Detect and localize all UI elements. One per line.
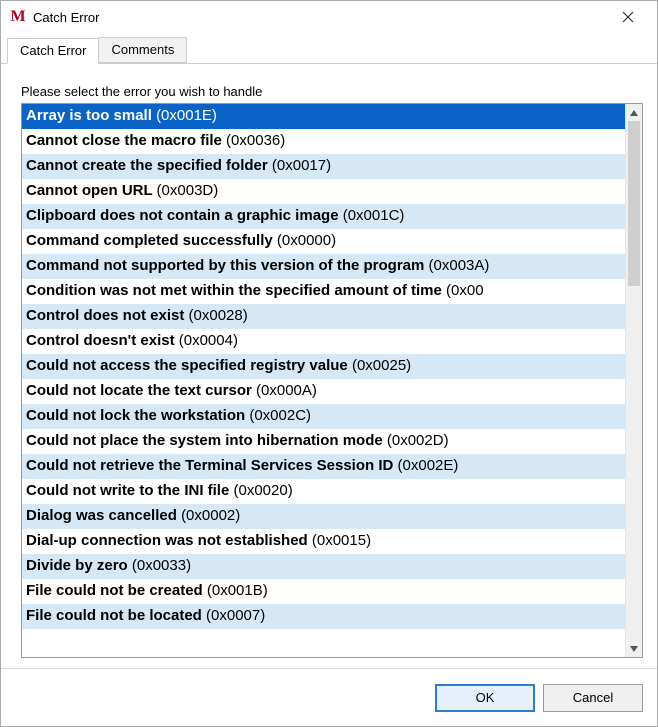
error-name: Cannot create the specified folder bbox=[26, 157, 272, 174]
error-name: Command not supported by this version of… bbox=[26, 257, 429, 274]
error-code: (0x003D) bbox=[157, 182, 219, 199]
error-code: (0x00 bbox=[446, 282, 484, 299]
error-name: Array is too small bbox=[26, 107, 156, 124]
list-item[interactable]: Could not write to the INI file (0x0020) bbox=[22, 479, 625, 504]
list-item[interactable]: Condition was not met within the specifi… bbox=[22, 279, 625, 304]
list-item[interactable]: Command completed successfully (0x0000) bbox=[22, 229, 625, 254]
error-code: (0x0017) bbox=[272, 157, 331, 174]
scroll-thumb[interactable] bbox=[628, 121, 640, 286]
list-item[interactable]: Array is too small (0x001E) bbox=[22, 104, 625, 129]
list-item[interactable]: Dial-up connection was not established (… bbox=[22, 529, 625, 554]
error-name: Control does not exist bbox=[26, 307, 189, 324]
list-item[interactable]: Could not locate the text cursor (0x000A… bbox=[22, 379, 625, 404]
list-item[interactable]: Cannot close the macro file (0x0036) bbox=[22, 129, 625, 154]
content-area: Please select the error you wish to hand… bbox=[1, 64, 657, 668]
tab-comments[interactable]: Comments bbox=[98, 37, 187, 63]
list-item[interactable]: File could not be created (0x001B) bbox=[22, 579, 625, 604]
error-code: (0x0028) bbox=[189, 307, 248, 324]
scroll-up-arrow-icon[interactable] bbox=[626, 104, 642, 121]
scrollbar[interactable] bbox=[625, 104, 642, 657]
error-name: Condition was not met within the specifi… bbox=[26, 282, 446, 299]
error-code: (0x0025) bbox=[352, 357, 411, 374]
error-code: (0x0000) bbox=[277, 232, 336, 249]
error-code: (0x002D) bbox=[387, 432, 449, 449]
error-name: Could not write to the INI file bbox=[26, 482, 234, 499]
error-code: (0x0015) bbox=[312, 532, 371, 549]
error-name: Command completed successfully bbox=[26, 232, 277, 249]
list-item[interactable]: Control does not exist (0x0028) bbox=[22, 304, 625, 329]
error-code: (0x0007) bbox=[206, 607, 265, 624]
error-name: Could not retrieve the Terminal Services… bbox=[26, 457, 398, 474]
error-code: (0x0002) bbox=[181, 507, 240, 524]
list-item[interactable]: Could not lock the workstation (0x002C) bbox=[22, 404, 625, 429]
tabbar: Catch ErrorComments bbox=[1, 33, 657, 64]
prompt-text: Please select the error you wish to hand… bbox=[21, 84, 643, 99]
list-item[interactable]: Could not access the specified registry … bbox=[22, 354, 625, 379]
error-code: (0x002E) bbox=[398, 457, 459, 474]
error-name: Cannot close the macro file bbox=[26, 132, 226, 149]
error-code: (0x001E) bbox=[156, 107, 217, 124]
error-name: Clipboard does not contain a graphic ima… bbox=[26, 207, 343, 224]
close-button[interactable] bbox=[605, 2, 651, 32]
error-code: (0x001B) bbox=[207, 582, 268, 599]
close-icon bbox=[622, 11, 634, 23]
error-code: (0x001C) bbox=[343, 207, 405, 224]
error-name: Dial-up connection was not established bbox=[26, 532, 312, 549]
titlebar: M Catch Error bbox=[1, 1, 657, 33]
list-item[interactable]: Divide by zero (0x0033) bbox=[22, 554, 625, 579]
error-code: (0x0036) bbox=[226, 132, 285, 149]
error-code: (0x003A) bbox=[429, 257, 490, 274]
error-name: Cannot open URL bbox=[26, 182, 157, 199]
error-name: Could not access the specified registry … bbox=[26, 357, 352, 374]
list-item[interactable]: File could not be located (0x0007) bbox=[22, 604, 625, 629]
footer: OK Cancel bbox=[1, 668, 657, 726]
list-item[interactable]: Cannot open URL (0x003D) bbox=[22, 179, 625, 204]
error-name: File could not be located bbox=[26, 607, 206, 624]
list-item[interactable]: Cannot create the specified folder (0x00… bbox=[22, 154, 625, 179]
error-name: Could not locate the text cursor bbox=[26, 382, 256, 399]
list-item[interactable]: Dialog was cancelled (0x0002) bbox=[22, 504, 625, 529]
error-name: Could not lock the workstation bbox=[26, 407, 249, 424]
error-name: File could not be created bbox=[26, 582, 207, 599]
error-code: (0x0020) bbox=[234, 482, 293, 499]
ok-button[interactable]: OK bbox=[435, 684, 535, 712]
error-name: Control doesn't exist bbox=[26, 332, 179, 349]
window-title: Catch Error bbox=[33, 10, 605, 25]
list-item[interactable]: Control doesn't exist (0x0004) bbox=[22, 329, 625, 354]
error-name: Dialog was cancelled bbox=[26, 507, 181, 524]
list-item[interactable]: Could not retrieve the Terminal Services… bbox=[22, 454, 625, 479]
app-icon: M bbox=[9, 8, 27, 26]
error-code: (0x000A) bbox=[256, 382, 317, 399]
error-name: Divide by zero bbox=[26, 557, 132, 574]
error-code: (0x002C) bbox=[249, 407, 311, 424]
error-name: Could not place the system into hibernat… bbox=[26, 432, 387, 449]
error-code: (0x0004) bbox=[179, 332, 238, 349]
list-item[interactable]: Command not supported by this version of… bbox=[22, 254, 625, 279]
scroll-down-arrow-icon[interactable] bbox=[626, 640, 642, 657]
error-listbox[interactable]: Array is too small (0x001E)Cannot close … bbox=[21, 103, 643, 658]
list-item[interactable]: Clipboard does not contain a graphic ima… bbox=[22, 204, 625, 229]
scroll-track[interactable] bbox=[626, 121, 642, 640]
list-item[interactable]: Could not place the system into hibernat… bbox=[22, 429, 625, 454]
cancel-button[interactable]: Cancel bbox=[543, 684, 643, 712]
error-code: (0x0033) bbox=[132, 557, 191, 574]
tab-catch-error[interactable]: Catch Error bbox=[7, 38, 99, 64]
